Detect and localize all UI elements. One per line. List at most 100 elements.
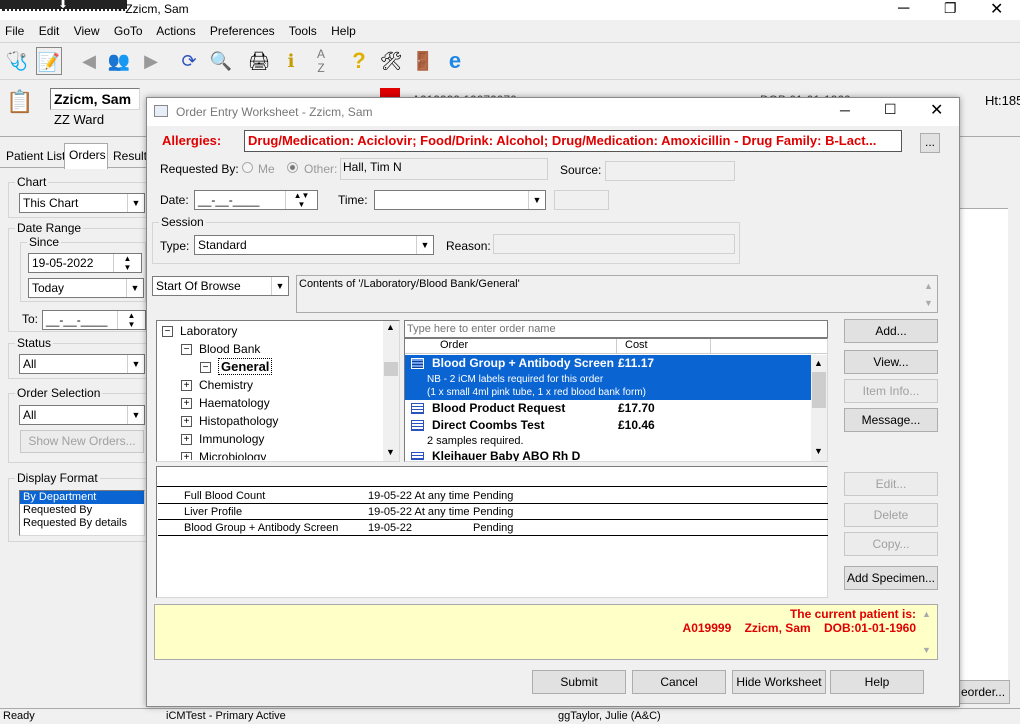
hide-worksheet-button[interactable]: Hide Worksheet [732, 670, 826, 694]
order-column-header[interactable]: Order [440, 339, 468, 351]
tree-item-blood-bank[interactable]: − Blood Bank [181, 340, 260, 358]
forward-arrow-icon[interactable]: ▶ [138, 47, 164, 75]
tree-item-laboratory[interactable]: − Laboratory [162, 322, 237, 340]
table-row[interactable]: Liver Profile 19-05-22 At any time Pendi… [158, 504, 828, 520]
order-name[interactable]: Direct Coombs Test [432, 418, 544, 432]
since-preset-select[interactable]: Today ▼ [28, 278, 144, 298]
date-input[interactable]: __-__-____ ▲▼ ▼ [194, 190, 318, 210]
tree-item-microbiology[interactable]: + Microbiology [181, 448, 266, 460]
expand-icon[interactable]: + [181, 434, 192, 446]
tree-scroll-up-icon[interactable]: ▲ [386, 322, 395, 332]
exit-door-icon[interactable]: 🚪 [410, 47, 436, 75]
other-radio[interactable] [287, 162, 298, 173]
menu-actions[interactable]: Actions [156, 24, 195, 38]
print-icon[interactable]: 🖨 [246, 47, 272, 75]
tree-item-chemistry[interactable]: + Chemistry [181, 376, 253, 394]
show-new-orders-button[interactable]: Show New Orders... [20, 430, 144, 453]
list-item[interactable]: Requested By details [20, 517, 144, 530]
collapse-icon[interactable]: − [200, 362, 211, 374]
spin-up-down-icon[interactable]: ▲ ▼ [113, 254, 141, 272]
order-scroll-down-icon[interactable]: ▼ [814, 446, 823, 456]
list-item[interactable]: By Department [20, 491, 144, 504]
me-radio[interactable] [242, 162, 253, 173]
order-scroll-up-icon[interactable]: ▲ [814, 358, 823, 368]
tab-patient-list[interactable]: Patient List [6, 149, 65, 163]
group-icon[interactable]: 👥 [106, 47, 132, 75]
tree-item-general[interactable]: − General [200, 358, 273, 376]
menu-edit[interactable]: Edit [39, 24, 60, 38]
source-field[interactable] [605, 161, 735, 181]
internet-explorer-icon[interactable]: e [442, 47, 468, 75]
delete-button[interactable]: Delete [844, 503, 938, 527]
help-button[interactable]: Help [830, 670, 924, 694]
chart-select[interactable]: This Chart ▼ [19, 193, 145, 213]
tree-scroll-down-icon[interactable]: ▼ [386, 447, 395, 457]
info-icon[interactable]: ℹ [278, 47, 304, 75]
notepad-icon[interactable]: 📝 [36, 47, 62, 75]
order-scroll-thumb[interactable] [812, 372, 826, 408]
restore-icon[interactable]: ❐ [944, 0, 957, 17]
to-date-input[interactable]: __-__-____ ▲ ▼ [42, 310, 146, 330]
menu-view[interactable]: View [74, 24, 100, 38]
minimize-icon[interactable]: ─ [898, 0, 909, 18]
time-select[interactable]: ▼ [374, 190, 546, 210]
item-info-button[interactable]: Item Info... [844, 379, 938, 403]
dialog-close-icon[interactable]: ✕ [930, 100, 943, 120]
help-question-icon[interactable]: ? [346, 47, 372, 75]
collapse-icon[interactable]: − [181, 344, 192, 356]
reorder-button[interactable]: eorder... [958, 680, 1010, 704]
menu-help[interactable]: Help [331, 24, 356, 38]
expand-icon[interactable]: + [181, 398, 192, 410]
submit-button[interactable]: Submit [532, 670, 626, 694]
since-date-input[interactable]: 19-05-2022 ▲ ▼ [28, 253, 142, 273]
tree-item-immunology[interactable]: + Immunology [181, 430, 264, 448]
view-button[interactable]: View... [844, 350, 938, 374]
sort-az-icon[interactable]: AZ [308, 47, 334, 75]
order-name[interactable]: Blood Product Request [432, 401, 565, 415]
table-row[interactable]: Blood Group + Antibody Screen 19-05-22 P… [158, 520, 828, 536]
search-person-icon[interactable]: 🔍 [208, 47, 234, 75]
dialog-maximize-icon[interactable]: ☐ [884, 101, 897, 118]
expand-icon[interactable]: + [181, 380, 192, 392]
order-selection-select[interactable]: All ▼ [19, 405, 145, 425]
status-select[interactable]: All ▼ [19, 354, 145, 374]
menu-tools[interactable]: Tools [289, 24, 317, 38]
menu-preferences[interactable]: Preferences [210, 24, 275, 38]
contents-scroll-down-icon[interactable]: ▼ [924, 298, 933, 308]
tree-item-histopathology[interactable]: + Histopathology [181, 412, 278, 430]
contents-scroll-up-icon[interactable]: ▲ [924, 281, 933, 291]
add-button[interactable]: Add... [844, 319, 938, 343]
tab-orders[interactable]: Orders [69, 148, 106, 162]
display-format-list[interactable]: By Department Requested By Requested By … [19, 490, 145, 536]
notice-scroll-up-icon[interactable]: ▲ [922, 609, 931, 619]
table-row[interactable]: Full Blood Count 19-05-22 At any time Pe… [158, 488, 828, 504]
tools-icon[interactable]: 🛠 [378, 47, 404, 75]
copy-button[interactable]: Copy... [844, 532, 938, 556]
session-type-select[interactable]: Standard ▼ [194, 235, 434, 255]
order-row-clipped[interactable]: Kleihauer Baby ABO Rh D [432, 449, 632, 461]
tree-item-haematology[interactable]: + Haematology [181, 394, 270, 412]
edit-button[interactable]: Edit... [844, 472, 938, 496]
expand-icon[interactable]: + [181, 452, 192, 460]
expand-icon[interactable]: + [181, 416, 192, 428]
spin-up-down-icon[interactable]: ▲▼ ▼ [285, 191, 317, 209]
menu-goto[interactable]: GoTo [114, 24, 143, 38]
tree-scroll-thumb[interactable] [384, 362, 398, 376]
reason-field[interactable] [493, 234, 735, 254]
close-icon[interactable]: ✕ [990, 0, 1003, 19]
cancel-button[interactable]: Cancel [632, 670, 726, 694]
patient-list-icon[interactable]: 🩺 [4, 47, 30, 75]
cost-column-header[interactable]: Cost [625, 339, 648, 351]
tree-scrollbar[interactable] [383, 321, 399, 461]
refresh-icon[interactable]: ⟳ [176, 47, 202, 75]
message-button[interactable]: Message... [844, 408, 938, 432]
menu-file[interactable]: File [5, 24, 24, 38]
notice-scroll-down-icon[interactable]: ▼ [922, 645, 931, 655]
allergies-more-button[interactable]: ... [920, 133, 940, 153]
back-arrow-icon[interactable]: ◀ [76, 47, 102, 75]
spin-up-down-icon[interactable]: ▲ ▼ [117, 311, 145, 329]
collapse-icon[interactable]: − [162, 326, 173, 338]
browse-select[interactable]: Start Of Browse ▼ [152, 276, 289, 296]
list-item[interactable]: Requested By [20, 504, 144, 517]
dialog-minimize-icon[interactable]: ─ [840, 102, 850, 118]
